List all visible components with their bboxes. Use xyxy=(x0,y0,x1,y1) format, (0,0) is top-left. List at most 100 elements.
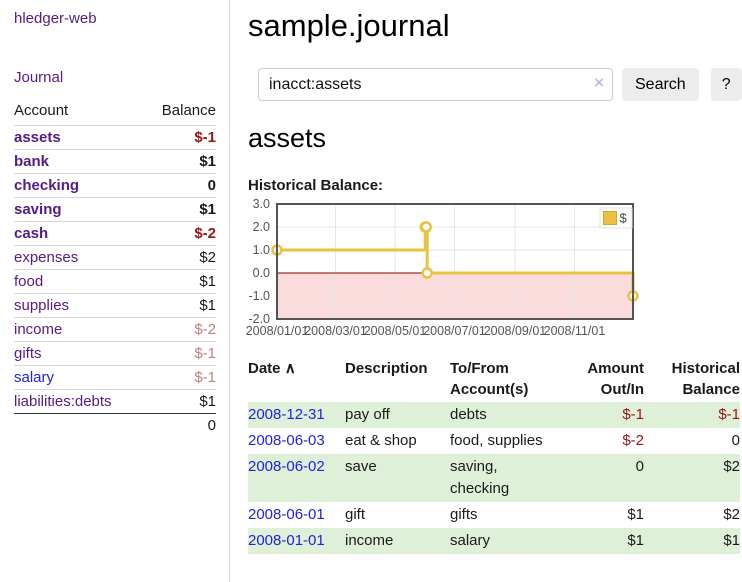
transaction-balance: 0 xyxy=(644,428,740,454)
data-point-marker xyxy=(423,269,432,278)
y-tick-label: 0.0 xyxy=(253,266,270,280)
transaction-amount: $1 xyxy=(574,502,644,528)
register-header-date[interactable]: Date ∧ xyxy=(248,356,345,402)
clear-search-icon[interactable]: × xyxy=(594,73,604,93)
register-header-accounts: To/From Account(s) xyxy=(450,356,574,402)
transaction-row: 2008-01-01 income salary $1 $1 xyxy=(248,528,740,554)
account-link-checking[interactable]: checking xyxy=(14,177,79,194)
search-button[interactable]: Search xyxy=(622,68,699,101)
transaction-date-link[interactable]: 2008-06-02 xyxy=(248,458,325,475)
register-table: Date ∧ Description To/From Account(s) Am… xyxy=(248,356,740,554)
account-link-cash[interactable]: cash xyxy=(14,225,48,242)
transaction-description: eat & shop xyxy=(345,428,450,454)
x-tick-label: 2008/01/01 xyxy=(246,324,309,338)
account-balance: $-2 xyxy=(144,222,216,246)
transaction-date-link[interactable]: 2008-06-03 xyxy=(248,432,325,449)
transaction-balance: $2 xyxy=(644,502,740,528)
x-tick-label: 2008/05/01 xyxy=(364,324,427,338)
account-row: gifts $-1 xyxy=(14,342,216,366)
transaction-date-link[interactable]: 2008-06-01 xyxy=(248,506,325,523)
y-tick-label: 2.0 xyxy=(253,220,270,234)
accounts-header-balance: Balance xyxy=(144,99,216,126)
account-balance: $1 xyxy=(144,198,216,222)
x-tick-label: 2008/09/01 xyxy=(484,324,547,338)
balance-chart[interactable]: 3.02.01.00.0-1.0-2.02008/01/012008/03/01… xyxy=(248,197,688,339)
sidebar: hledger-web Journal Account Balance asse… xyxy=(0,0,230,582)
search-form: × Search ? xyxy=(248,68,742,101)
x-tick-label: 2008/11/01 xyxy=(544,324,606,338)
transaction-amount: 0 xyxy=(574,454,644,502)
app-title-link[interactable]: hledger-web xyxy=(14,10,215,27)
account-balance: $1 xyxy=(144,294,216,318)
account-link-assets[interactable]: assets xyxy=(14,129,61,146)
register-header-balance: Historical Balance xyxy=(644,356,740,402)
transaction-balance: $2 xyxy=(644,454,740,502)
sort-ascending-icon: ∧ xyxy=(285,360,296,377)
account-row: expenses $2 xyxy=(14,246,216,270)
help-button[interactable]: ? xyxy=(711,68,742,101)
transaction-description: gift xyxy=(345,502,450,528)
account-link-liabilities-debts[interactable]: liabilities:debts xyxy=(14,393,112,410)
account-link-salary[interactable]: salary xyxy=(14,369,54,386)
account-row: salary $-1 xyxy=(14,366,216,390)
account-heading: assets xyxy=(248,123,742,154)
main-content: sample.journal × Search ? assets Histori… xyxy=(248,0,742,554)
y-tick-label: 3.0 xyxy=(253,197,270,211)
account-row: food $1 xyxy=(14,270,216,294)
chart-title: Historical Balance: xyxy=(248,177,742,194)
account-link-expenses[interactable]: expenses xyxy=(14,249,78,266)
account-link-saving[interactable]: saving xyxy=(14,201,62,218)
accounts-table: Account Balance assets $-1 bank $1 check… xyxy=(14,99,216,437)
account-link-bank[interactable]: bank xyxy=(14,153,49,170)
transaction-description: income xyxy=(345,528,450,554)
accounts-header-row: Account Balance xyxy=(14,99,216,126)
account-row: checking 0 xyxy=(14,174,216,198)
transaction-date-link[interactable]: 2008-01-01 xyxy=(248,532,325,549)
account-link-supplies[interactable]: supplies xyxy=(14,297,69,314)
transaction-amount: $1 xyxy=(574,528,644,554)
account-balance: $-1 xyxy=(144,342,216,366)
accounts-total-row: 0 xyxy=(14,414,216,438)
account-row: bank $1 xyxy=(14,150,216,174)
account-row: saving $1 xyxy=(14,198,216,222)
register-header-description: Description xyxy=(345,356,450,402)
account-balance: $-1 xyxy=(144,366,216,390)
x-tick-label: 2008/07/01 xyxy=(423,324,486,338)
account-row: liabilities:debts $1 xyxy=(14,390,216,414)
transaction-description: save xyxy=(345,454,450,502)
transaction-accounts: food, supplies xyxy=(450,428,574,454)
account-row: income $-2 xyxy=(14,318,216,342)
transaction-balance: $1 xyxy=(644,528,740,554)
account-row: supplies $1 xyxy=(14,294,216,318)
transaction-description: pay off xyxy=(345,402,450,428)
x-tick-label: 2008/03/01 xyxy=(304,324,367,338)
search-input[interactable] xyxy=(258,68,613,101)
transaction-accounts: gifts xyxy=(450,502,574,528)
account-balance: 0 xyxy=(144,174,216,198)
transaction-accounts: saving, checking xyxy=(450,454,574,502)
transaction-row: 2008-06-03 eat & shop food, supplies $-2… xyxy=(248,428,740,454)
transaction-row: 2008-06-01 gift gifts $1 $2 xyxy=(248,502,740,528)
legend-swatch xyxy=(604,212,617,225)
account-balance: $2 xyxy=(144,246,216,270)
data-point-marker xyxy=(422,223,431,232)
transaction-date-link[interactable]: 2008-12-31 xyxy=(248,406,325,423)
account-link-income[interactable]: income xyxy=(14,321,62,338)
transaction-row: 2008-06-02 save saving, checking 0 $2 xyxy=(248,454,740,502)
register-header-amount: Amount Out/In xyxy=(574,356,644,402)
transaction-accounts: salary xyxy=(450,528,574,554)
transaction-amount: $-1 xyxy=(574,402,644,428)
account-balance: $-1 xyxy=(144,126,216,150)
account-balance: $1 xyxy=(144,390,216,414)
sidebar-item-journal[interactable]: Journal xyxy=(14,69,215,86)
account-row: assets $-1 xyxy=(14,126,216,150)
transaction-row: 2008-12-31 pay off debts $-1 $-1 xyxy=(248,402,740,428)
account-row: cash $-2 xyxy=(14,222,216,246)
transaction-accounts: debts xyxy=(450,402,574,428)
account-link-gifts[interactable]: gifts xyxy=(14,345,42,362)
register-header-row: Date ∧ Description To/From Account(s) Am… xyxy=(248,356,740,402)
transaction-amount: $-2 xyxy=(574,428,644,454)
transaction-balance: $-1 xyxy=(644,402,740,428)
account-link-food[interactable]: food xyxy=(14,273,43,290)
page-title: sample.journal xyxy=(248,8,742,44)
